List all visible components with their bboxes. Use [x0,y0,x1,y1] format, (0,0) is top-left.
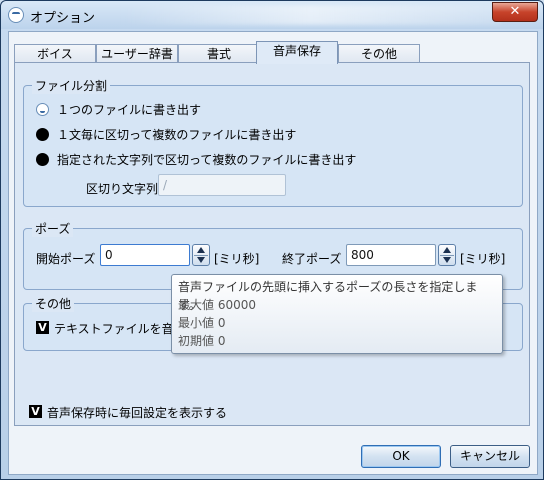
show-settings-label: 音声保存時に毎回設定を表示する [47,406,228,420]
tab-user-dictionary[interactable]: ユーザー辞書 [96,44,178,63]
tooltip-max: 最大値 60000 [178,298,256,312]
ok-button[interactable]: OK [361,445,441,468]
options-dialog: オプション ✕ ボイス ユーザー辞書 書式 音声保存 その他 ファイル分割 １つ… [0,0,544,480]
end-pause-input[interactable]: 800 [346,244,436,266]
tooltip-description: 音声ファイルの先頭に挿入するポーズの長さを指定します。 [178,280,478,312]
spin-divider [440,255,454,256]
radio-by-delimiter[interactable]: 指定された文字列で区切って複数のファイルに書き出す [36,150,356,168]
spin-down-icon [197,257,205,263]
start-pause-input[interactable]: 0 [100,244,190,266]
close-button[interactable]: ✕ [492,2,538,22]
tooltip-min: 最小値 0 [178,316,226,330]
text-file-checkbox-label: テキストファイルを音 [54,322,174,336]
spin-divider [194,255,208,256]
text-file-checkbox[interactable]: V [36,321,49,334]
show-settings-checkbox[interactable]: V [29,405,42,418]
title-bar[interactable]: オプション ✕ [1,1,543,29]
app-icon [8,7,24,23]
spin-up-icon [197,247,205,253]
tooltip-default: 初期値 0 [178,334,226,348]
cancel-button[interactable]: キャンセル [450,445,530,468]
dialog-client-area: ボイス ユーザー辞書 書式 音声保存 その他 ファイル分割 １つのファイルに書き… [8,31,538,475]
tab-audio-save[interactable]: 音声保存 [256,41,338,64]
other-title: その他 [32,295,75,312]
end-pause-spinner[interactable] [438,244,456,266]
spin-up-icon [443,247,451,253]
radio-selected-icon [36,102,49,116]
audio-save-panel: ファイル分割 １つのファイルに書き出す １文毎に区切って複数のファイルに書き出す… [14,62,530,426]
delimiter-input[interactable]: / [158,174,286,196]
tab-other[interactable]: その他 [338,44,420,63]
file-split-title: ファイル分割 [32,77,111,94]
radio-by-delimiter-label: 指定された文字列で区切って複数のファイルに書き出す [57,152,357,167]
radio-per-sentence-label: １文毎に区切って複数のファイルに書き出す [57,127,297,142]
end-pause-unit: [ミリ秒] [460,252,506,266]
spin-down-icon [443,257,451,263]
radio-unselected-icon [36,152,49,166]
radio-unselected-icon [36,127,49,141]
radio-single-file-label: １つのファイルに書き出す [57,102,202,117]
start-pause-label: 開始ポーズ [36,252,96,266]
window-title: オプション [30,11,96,26]
start-pause-unit: [ミリ秒] [214,252,260,266]
start-pause-spinner[interactable] [192,244,210,266]
end-pause-label: 終了ポーズ [282,252,342,266]
pause-tooltip: 音声ファイルの先頭に挿入するポーズの長さを指定します。 最大値 60000 最小… [171,274,503,354]
title-bar-background [121,5,501,25]
pause-title: ポーズ [32,220,74,237]
tab-format[interactable]: 書式 [178,44,260,63]
radio-per-sentence[interactable]: １文毎に区切って複数のファイルに書き出す [36,125,296,143]
radio-single-file[interactable]: １つのファイルに書き出す [36,100,201,118]
tab-voice[interactable]: ボイス [14,44,96,63]
delimiter-label: 区切り文字列 [86,182,159,196]
file-split-group: ファイル分割 １つのファイルに書き出す １文毎に区切って複数のファイルに書き出す… [23,77,523,207]
